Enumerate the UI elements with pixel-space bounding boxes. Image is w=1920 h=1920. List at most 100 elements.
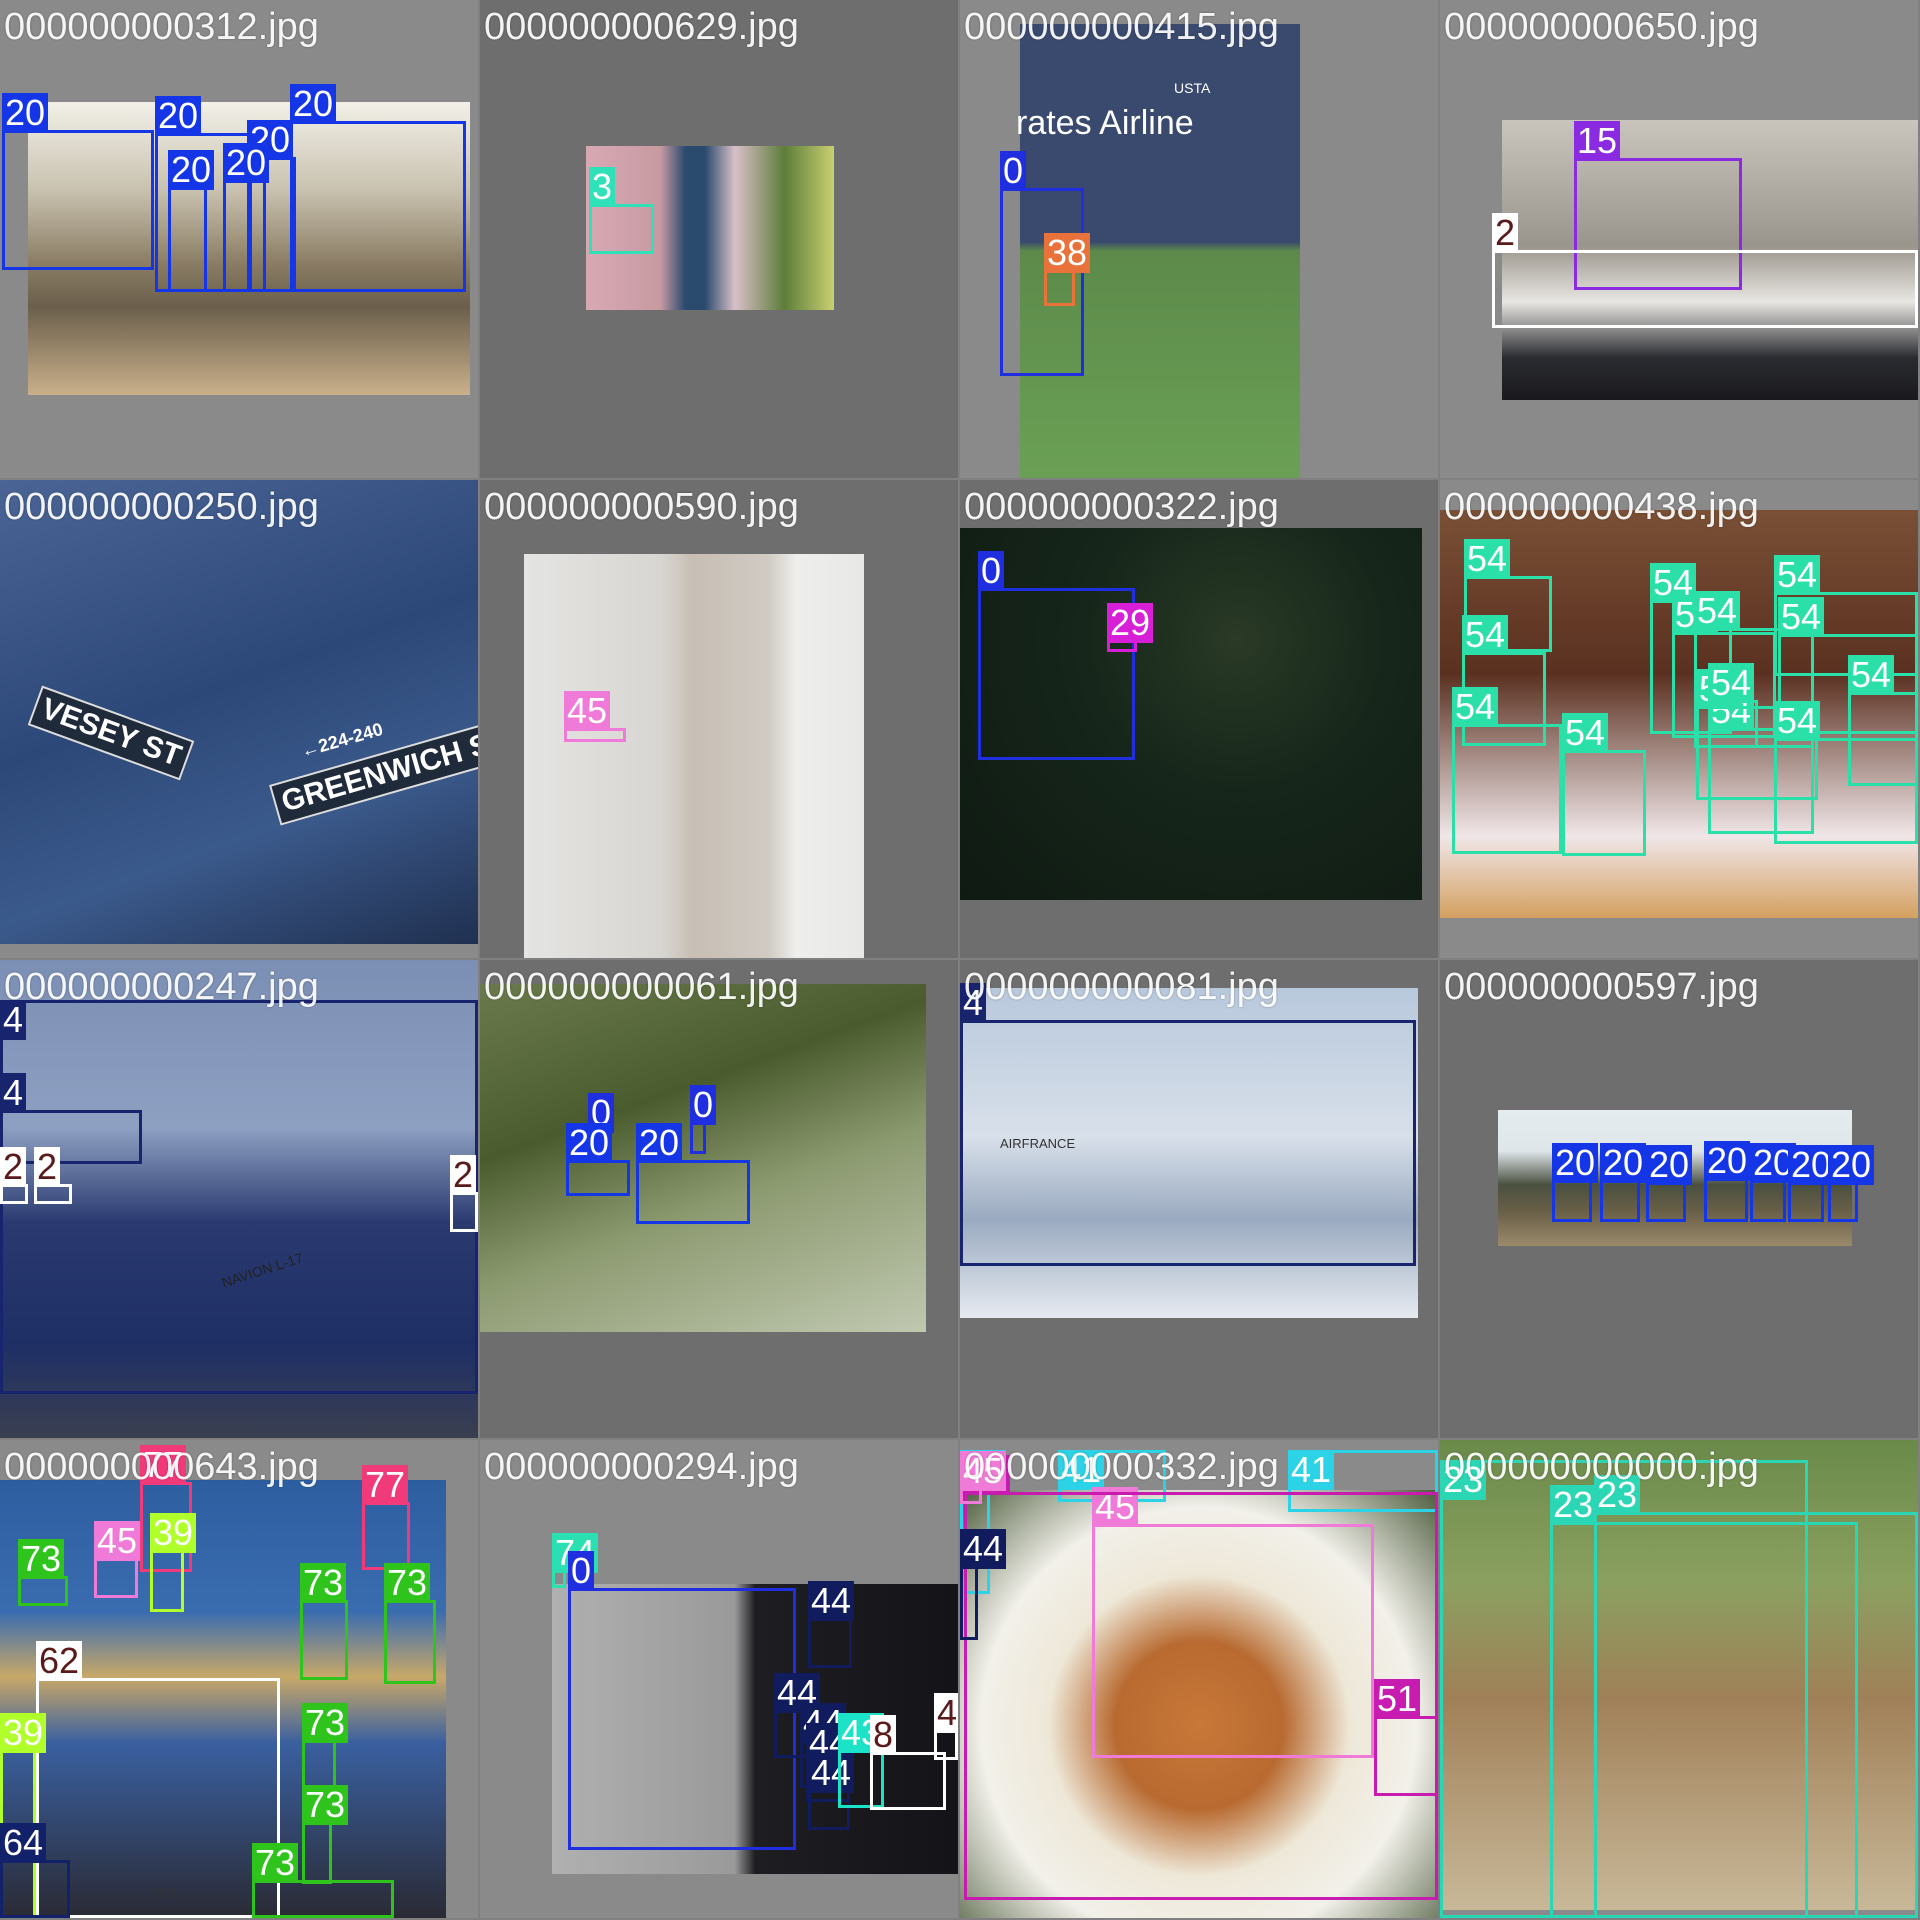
image-filename: 000000000643.jpg <box>4 1446 319 1488</box>
bounding-box: 20 <box>636 1123 750 1224</box>
class-label: 20 <box>223 143 270 183</box>
class-label: 2 <box>34 1147 61 1187</box>
class-label: 54 <box>1452 687 1499 727</box>
mosaic-grid: 000000000312.jpg 20 20 20 20 20 20 000000000629… <box>0 0 1920 1920</box>
class-label: 54 <box>1562 713 1609 753</box>
class-label: 20 <box>155 96 202 136</box>
image-tile: 000000000332.jpg4141414551514445 <box>960 1440 1438 1918</box>
photo-text-airline: rates Airline <box>1016 104 1194 142</box>
class-label: 54 <box>1464 539 1511 579</box>
class-label: 20 <box>1600 1143 1647 1183</box>
class-label: 20 <box>290 84 337 124</box>
class-label: 73 <box>252 1843 299 1883</box>
class-label: 20 <box>1552 1143 1599 1183</box>
class-label: 64 <box>0 1823 47 1863</box>
image-filename: 000000000312.jpg <box>4 6 319 48</box>
class-label: 3 <box>589 167 616 207</box>
image-tile: AIRFRANCE 000000000081.jpg 4 <box>960 960 1438 1438</box>
class-label: 73 <box>300 1563 347 1603</box>
class-label: 54 <box>1694 591 1741 631</box>
bounding-box: 73 <box>252 1843 394 1918</box>
class-label: 39 <box>150 1513 197 1553</box>
bounding-box: 2 <box>34 1147 72 1204</box>
bounding-box: 64 <box>0 1823 70 1918</box>
bounding-box: 20 <box>1600 1143 1647 1222</box>
class-label: 54 <box>1462 615 1509 655</box>
class-label: 45 <box>94 1521 141 1561</box>
image-filename: 000000000438.jpg <box>1444 486 1759 528</box>
bounding-box: 20 <box>566 1123 630 1196</box>
class-label: 0 <box>1000 151 1027 191</box>
image-filename: 000000000650.jpg <box>1444 6 1759 48</box>
class-label: 23 <box>1550 1485 1597 1525</box>
class-label: 38 <box>1044 233 1091 273</box>
class-label: 44 <box>960 1529 1007 1569</box>
bounding-box: 45 <box>960 1451 1007 1504</box>
bounding-box: 44 <box>960 1529 1007 1640</box>
bounding-box: 20 <box>1788 1145 1835 1222</box>
image-filename: 000000000250.jpg <box>4 486 319 528</box>
bounding-box: 45 <box>564 691 626 742</box>
bounding-box: 54 <box>1452 687 1562 854</box>
bounding-box: 4 <box>960 983 1416 1266</box>
image-filename: 000000000294.jpg <box>484 1446 799 1488</box>
image-tile: 000000000629.jpg 3 <box>480 0 958 478</box>
class-label: 54 <box>1774 701 1821 741</box>
image-tile: rates Airline USTA 000000000415.jpg 0 38 <box>960 0 1438 478</box>
bounding-box: 20 <box>2 93 154 270</box>
image-filename: 000000000590.jpg <box>484 486 799 528</box>
class-label: 4 <box>0 1073 27 1113</box>
class-label: 73 <box>18 1539 65 1579</box>
class-label: 2 <box>1492 213 1519 253</box>
class-label: 0 <box>568 1551 595 1591</box>
bounding-box: 54 <box>1708 663 1758 748</box>
class-label: 20 <box>1828 1145 1875 1185</box>
class-label: 2 <box>0 1147 27 1187</box>
bounding-box: 44 <box>808 1581 855 1668</box>
bounding-box: 0 <box>568 1551 796 1850</box>
bounding-box: 20 <box>1552 1143 1599 1222</box>
class-label: 42 <box>934 1693 958 1733</box>
class-label: 20 <box>1646 1145 1693 1185</box>
class-label: 54 <box>1848 655 1895 695</box>
image-tile: 000000000650.jpg 15 2 <box>1440 0 1918 478</box>
class-label: 8 <box>870 1715 897 1755</box>
image-tile: 000000000312.jpg 20 20 20 20 20 20 <box>0 0 478 478</box>
bounding-box: 0 <box>690 1085 717 1154</box>
bounding-box: 54 <box>1562 713 1646 856</box>
bounding-box: 38 <box>1044 233 1091 306</box>
class-label: 73 <box>302 1785 349 1825</box>
bounding-box: 8 <box>870 1715 946 1810</box>
class-label: 0 <box>978 551 1005 591</box>
class-label: 44 <box>808 1581 855 1621</box>
bounding-box: 20 <box>1704 1141 1751 1222</box>
image-tile: NAVION L-17 000000000247.jpg 4 4 2 2 2 <box>0 960 478 1438</box>
class-label: 15 <box>1574 121 1621 161</box>
class-label: 54 <box>1774 555 1821 595</box>
bounding-box: 20 <box>290 84 466 292</box>
class-label: 73 <box>302 1703 349 1743</box>
image-tile: 000000000000.jpg 23 23 23 <box>1440 1440 1918 1918</box>
image-filename: 000000000629.jpg <box>484 6 799 48</box>
photo-text-logo: USTA <box>1174 80 1211 96</box>
image-filename: 000000000247.jpg <box>4 966 319 1008</box>
bounding-box: 39 <box>150 1513 197 1612</box>
class-label: 62 <box>36 1641 83 1681</box>
bounding-box: 73 <box>18 1539 68 1606</box>
photo-jungle <box>480 984 926 1332</box>
image-tile: GREENWICH ST ←224-240 VESEY ST 000000000250… <box>0 480 478 958</box>
bounding-box: 20 <box>223 143 270 292</box>
bounding-box: 29 <box>1107 603 1154 652</box>
image-tile: 000000000590.jpg 45 <box>480 480 958 958</box>
bounding-box: 3 <box>589 167 654 254</box>
bounding-box: 45 <box>94 1521 141 1598</box>
image-tile: 000000000322.jpg 0 29 <box>960 480 1438 958</box>
photo-bathroom <box>524 554 864 958</box>
class-label: 20 <box>2 93 49 133</box>
class-label: 54 <box>1778 597 1825 637</box>
bounding-box: 20 <box>168 150 215 292</box>
image-filename: 000000000000.jpg <box>1444 1446 1759 1488</box>
bounding-box: 62 <box>36 1641 280 1918</box>
bounding-box: 23 <box>1594 1475 1918 1918</box>
class-label: 29 <box>1107 603 1154 643</box>
